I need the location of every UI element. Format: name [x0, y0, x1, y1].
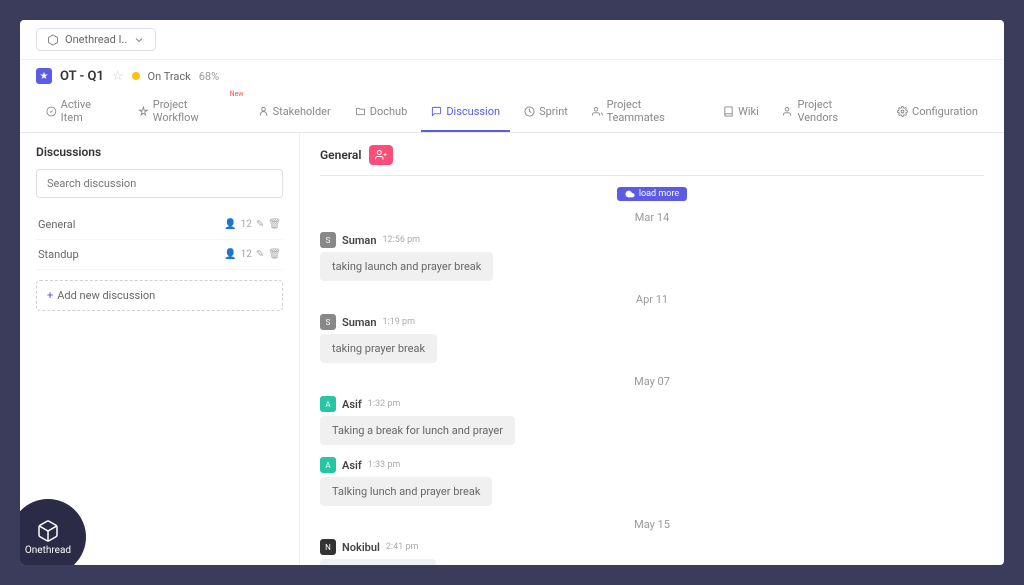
add-people-button[interactable]: [369, 145, 393, 165]
star-icon[interactable]: ☆: [112, 69, 124, 84]
message: S Suman 12:56 pm taking launch and prayer …: [320, 232, 984, 281]
tab-active-item[interactable]: Active Item: [36, 92, 124, 132]
message-author: Asif: [342, 398, 362, 411]
message-time: 2:41 pm: [386, 542, 419, 552]
avatar: A: [320, 396, 336, 412]
people-icon: 👤: [224, 249, 236, 260]
message-text: Taking lunch break: [320, 559, 436, 565]
message-author: Suman: [342, 316, 376, 329]
message-time: 1:33 pm: [368, 460, 401, 470]
brand-icon: [36, 519, 60, 543]
vendors-icon: [783, 106, 794, 117]
message: N Nokibul 2:41 pm Taking lunch break: [320, 539, 984, 565]
edit-icon[interactable]: ✎: [256, 249, 264, 260]
tab-sprint[interactable]: Sprint: [514, 92, 578, 132]
sidebar: Discussions General 👤12 ✎ 🗑 Standup 👤12 …: [20, 133, 300, 565]
top-bar: Onethread I..: [20, 20, 1004, 60]
message: S Suman 1:19 pm taking prayer break: [320, 314, 984, 363]
status-dot: [132, 72, 140, 80]
discussion-item-standup[interactable]: Standup 👤12 ✎ 🗑: [36, 240, 283, 270]
chevron-down-icon: [133, 34, 145, 46]
avatar: S: [320, 314, 336, 330]
check-circle-icon: [46, 106, 57, 117]
message-time: 12:56 pm: [382, 235, 420, 245]
workspace-selector[interactable]: Onethread I..: [36, 28, 156, 51]
people-icon: 👤: [224, 219, 236, 230]
search-input[interactable]: [36, 169, 283, 198]
brand-name: Onethread: [25, 545, 71, 556]
workspace-name: Onethread I..: [65, 33, 127, 46]
project-title: OT - Q1: [60, 69, 104, 84]
message: A Asif 1:33 pm Talking lunch and prayer br…: [320, 457, 984, 506]
sidebar-title: Discussions: [36, 145, 283, 159]
message-time: 1:32 pm: [368, 399, 401, 409]
project-icon: ★: [36, 68, 52, 84]
message-text: Talking lunch and prayer break: [320, 477, 492, 506]
date-divider: Apr 11: [320, 293, 984, 306]
folder-icon: [355, 106, 366, 117]
tab-wiki[interactable]: Wiki: [713, 92, 769, 132]
main-panel: General load more Mar 14 S Suman 12:56 pm …: [300, 133, 1004, 565]
app-window: Onethread I.. ★ OT - Q1 ☆ On Track 68% A…: [20, 20, 1004, 565]
message-time: 1:19 pm: [382, 317, 415, 327]
new-badge: New: [230, 90, 244, 98]
date-divider: May 15: [320, 518, 984, 531]
discussion-item-general[interactable]: General 👤12 ✎ 🗑: [36, 210, 283, 240]
message-author: Nokibul: [342, 541, 380, 554]
user-plus-icon: [375, 149, 387, 161]
workflow-icon: [138, 106, 149, 117]
message: A Asif 1:32 pm Taking a break for lunch an…: [320, 396, 984, 445]
cloud-icon: [625, 189, 635, 199]
add-discussion-button[interactable]: +Add new discussion: [36, 280, 283, 311]
tab-configuration[interactable]: Configuration: [887, 92, 988, 132]
gear-icon: [897, 106, 908, 117]
date-divider: May 07: [320, 375, 984, 388]
avatar: N: [320, 539, 336, 555]
content: Discussions General 👤12 ✎ 🗑 Standup 👤12 …: [20, 133, 1004, 565]
message-text: Taking a break for lunch and prayer: [320, 416, 515, 445]
avatar: A: [320, 457, 336, 473]
message-text: taking launch and prayer break: [320, 252, 493, 281]
tab-discussion[interactable]: Discussion: [421, 92, 510, 132]
tabs: Active Item Project WorkflowNew Stakehol…: [20, 88, 1004, 133]
tab-project-workflow[interactable]: Project WorkflowNew: [128, 92, 243, 132]
tab-dochub[interactable]: Dochub: [345, 92, 418, 132]
status-text: On Track: [148, 70, 191, 83]
teammates-icon: [592, 106, 603, 117]
book-icon: [723, 106, 734, 117]
delete-icon[interactable]: 🗑: [268, 219, 281, 230]
message-author: Suman: [342, 234, 376, 247]
sprint-icon: [524, 106, 535, 117]
tab-teammates[interactable]: Project Teammates: [582, 92, 709, 132]
percent-text: 68%: [199, 70, 219, 83]
load-more-button[interactable]: load more: [617, 187, 687, 201]
date-divider: Mar 14: [320, 211, 984, 224]
edit-icon[interactable]: ✎: [256, 219, 264, 230]
plus-icon: +: [47, 289, 53, 302]
message-text: taking prayer break: [320, 334, 437, 363]
tab-vendors[interactable]: Project Vendors: [773, 92, 883, 132]
stakeholder-icon: [258, 106, 269, 117]
channel-header: General: [320, 145, 984, 176]
workspace-icon: [47, 34, 59, 46]
delete-icon[interactable]: 🗑: [268, 249, 281, 260]
channel-name: General: [320, 148, 361, 162]
tab-stakeholder[interactable]: Stakeholder: [248, 92, 341, 132]
message-author: Asif: [342, 459, 362, 472]
project-header: ★ OT - Q1 ☆ On Track 68%: [20, 60, 1004, 88]
avatar: S: [320, 232, 336, 248]
chat-icon: [431, 106, 442, 117]
